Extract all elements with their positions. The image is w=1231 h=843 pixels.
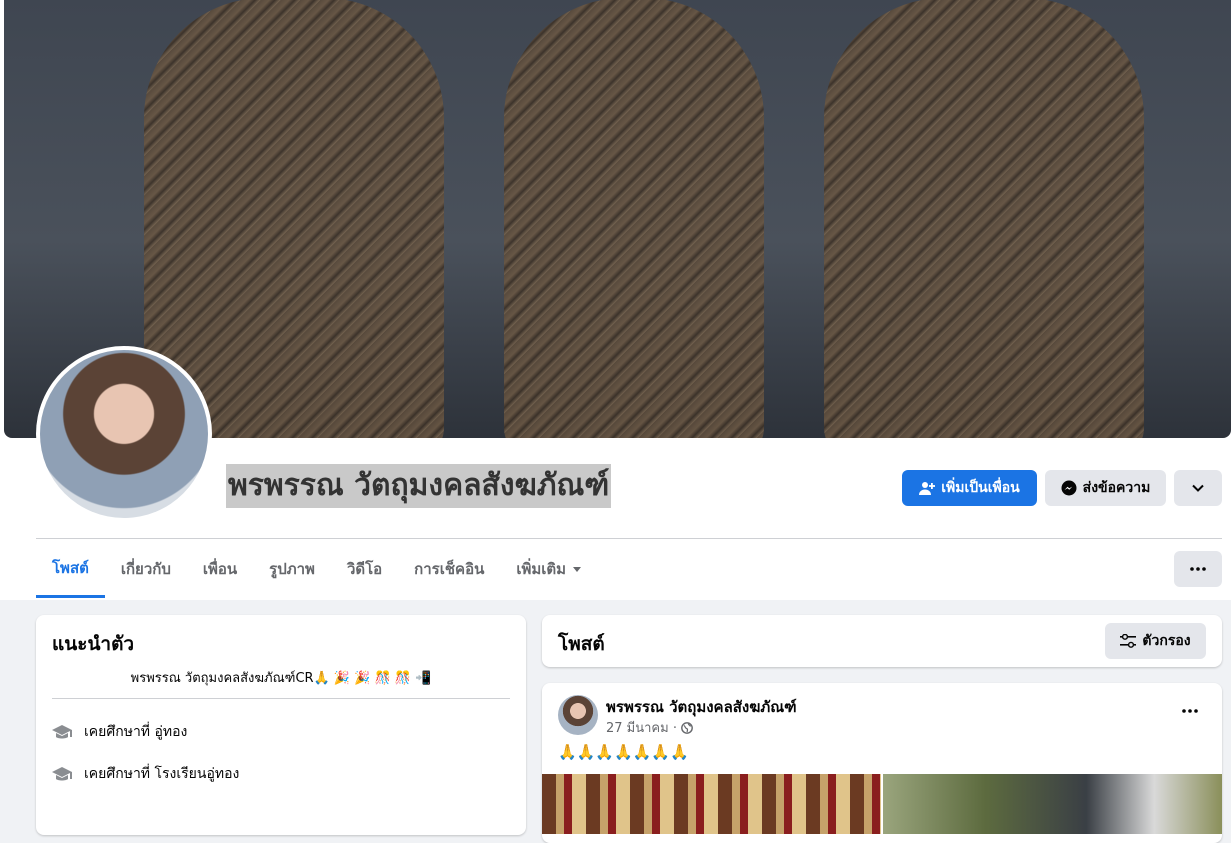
add-friend-button[interactable]: เพิ่มเป็นเพื่อน — [902, 470, 1037, 506]
tab-photos[interactable]: รูปภาพ — [253, 540, 331, 598]
tab-posts[interactable]: โพสต์ — [36, 540, 105, 598]
graduation-cap-icon — [52, 764, 72, 784]
intro-item-text: เคยศึกษาที่ อู่ทอง — [84, 724, 188, 740]
tab-label: เพื่อน — [202, 560, 238, 578]
intro-item-text: เคยศึกษาที่ โรงเรียนอู่ทอง — [84, 766, 240, 782]
cover-photo[interactable] — [4, 0, 1231, 438]
intro-card: แนะนำตัว พรพรรณ วัตถุมงคลสังฆภัณฑ์CR🙏 🎉 … — [36, 615, 526, 835]
tabs-more-options-button[interactable] — [1174, 551, 1222, 587]
intro-education-item: เคยศึกษาที่ อู่ทอง — [52, 721, 187, 743]
intro-bio: พรพรรณ วัตถุมงคลสังฆภัณฑ์CR🙏 🎉 🎉 🎊 🎊 📲 — [130, 671, 432, 686]
profile-picture[interactable] — [36, 346, 212, 522]
tab-label: โพสต์ — [52, 558, 89, 577]
tab-label: การเช็คอิน — [414, 560, 485, 578]
post-options-button[interactable] — [1174, 699, 1206, 723]
cover-statue-left — [144, 0, 444, 438]
add-friend-label: เพิ่มเป็นเพื่อน — [941, 480, 1020, 496]
graduation-cap-icon — [52, 722, 72, 742]
tab-about[interactable]: เกี่ยวกับ — [105, 540, 187, 598]
message-label: ส่งข้อความ — [1082, 480, 1151, 496]
caret-down-icon — [572, 564, 582, 574]
tab-videos[interactable]: วิดีโอ — [331, 540, 398, 598]
header-divider — [36, 538, 1222, 539]
profile-name: พรพรรณ วัตถุมงคลสังฆภัณฑ์ — [226, 464, 612, 508]
chevron-down-icon — [1191, 481, 1205, 495]
add-friend-icon — [919, 480, 936, 496]
tab-more[interactable]: เพิ่มเติม — [500, 540, 598, 598]
intro-title: แนะนำตัว — [52, 633, 135, 655]
post-meta: 27 มีนาคม · — [606, 717, 693, 738]
intro-education-item: เคยศึกษาที่ โรงเรียนอู่ทอง — [52, 763, 239, 785]
filter-button[interactable]: ตัวกรอง — [1105, 623, 1206, 659]
messenger-icon — [1061, 480, 1077, 496]
cover-statue-right — [824, 0, 1144, 438]
post-card: พรพรรณ วัตถุมงคลสังฆภัณฑ์ 27 มีนาคม · 🙏🙏… — [542, 683, 1222, 843]
profile-options-button[interactable] — [1174, 470, 1222, 506]
avatar-image — [40, 350, 208, 518]
more-dots-icon — [1190, 567, 1206, 571]
tab-label: รูปภาพ — [269, 560, 315, 578]
tab-checkins[interactable]: การเช็คอิน — [398, 540, 500, 598]
post-date[interactable]: 27 มีนาคม · — [606, 717, 677, 738]
post-photo[interactable] — [883, 774, 1222, 834]
post-author-name[interactable]: พรพรรณ วัตถุมงคลสังฆภัณฑ์ — [606, 695, 797, 719]
tab-label: วิดีโอ — [346, 560, 383, 578]
posts-header-card: โพสต์ ตัวกรอง — [542, 615, 1222, 667]
message-button[interactable]: ส่งข้อความ — [1045, 470, 1166, 506]
tab-friends[interactable]: เพื่อน — [187, 540, 253, 598]
intro-divider — [52, 698, 510, 699]
posts-title: โพสต์ — [558, 633, 605, 655]
globe-icon — [681, 721, 693, 734]
profile-tabs: โพสต์ เกี่ยวกับ เพื่อน รูปภาพ วิดีโอ การ… — [36, 540, 598, 598]
filter-sliders-icon — [1120, 634, 1137, 648]
tab-label: เพิ่มเติม — [516, 560, 567, 578]
tab-label: เกี่ยวกับ — [120, 560, 171, 578]
post-author-avatar[interactable] — [558, 695, 598, 735]
post-photo[interactable] — [542, 774, 881, 834]
more-dots-icon — [1182, 709, 1198, 713]
filter-label: ตัวกรอง — [1142, 633, 1191, 649]
cover-statue-center — [504, 0, 764, 438]
post-text: 🙏🙏🙏🙏🙏🙏🙏 — [558, 743, 689, 761]
